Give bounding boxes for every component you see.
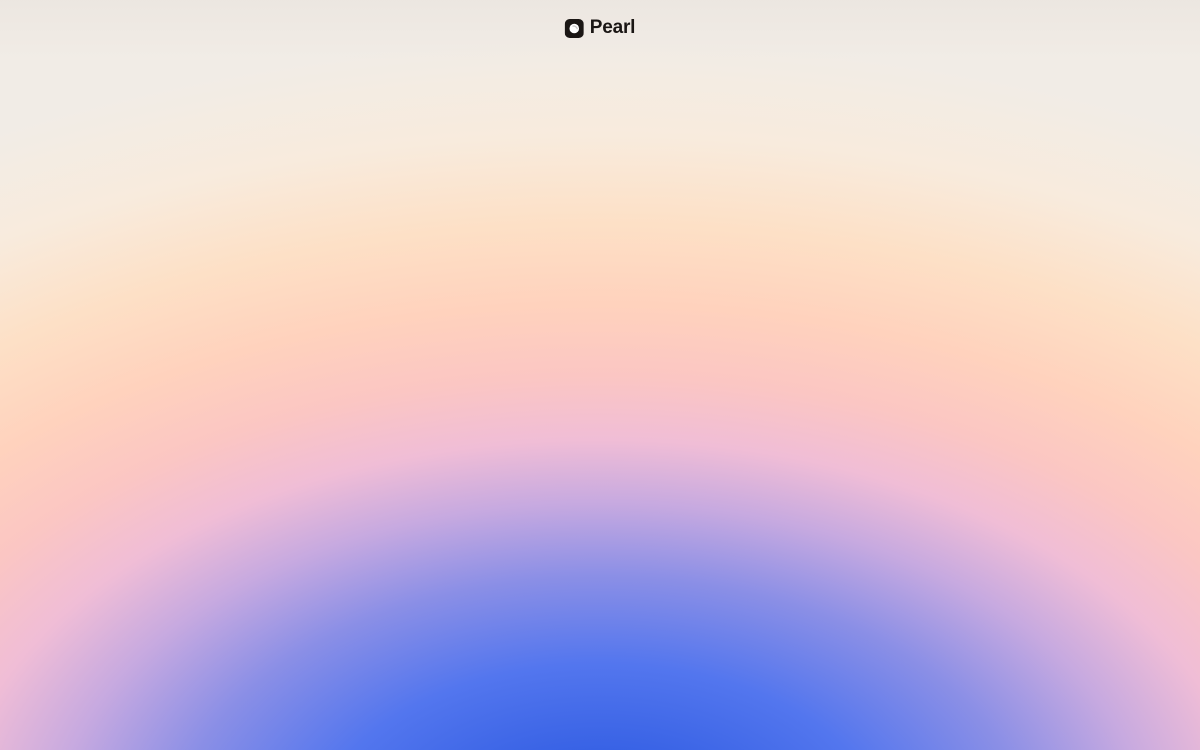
gradient-background bbox=[0, 0, 1200, 750]
pearl-logo-icon bbox=[564, 18, 584, 38]
brand-logo-link[interactable]: Pearl bbox=[564, 17, 636, 38]
brand-name: Pearl bbox=[589, 17, 636, 38]
